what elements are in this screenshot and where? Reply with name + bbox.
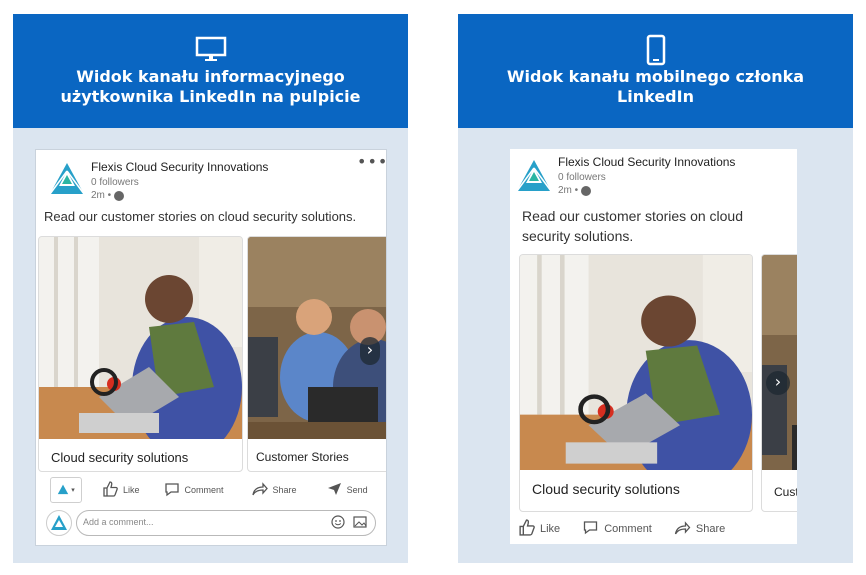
slide-caption: Cloud security solutions: [51, 450, 189, 465]
like-label: Like: [123, 485, 140, 495]
comment-label: Comment: [604, 523, 652, 535]
company-name[interactable]: Flexis Cloud Security Innovations: [91, 160, 268, 174]
banner-title: Widok kanału mobilnego członka LinkedIn: [506, 67, 805, 106]
share-arrow-icon: [674, 520, 691, 538]
slide-caption: Cust: [774, 485, 797, 499]
thumbs-up-icon: [102, 481, 118, 499]
post-time: 2m •: [558, 185, 592, 196]
like-button[interactable]: Like: [102, 481, 140, 499]
post-text: Read our customer stories on cloud secur…: [44, 209, 357, 224]
follower-count: 0 followers: [558, 172, 606, 183]
comment-icon: [582, 520, 599, 538]
share-arrow-icon: [251, 482, 268, 498]
company-name[interactable]: Flexis Cloud Security Innovations: [558, 155, 735, 169]
post-time-label: 2m •: [558, 185, 579, 196]
carousel-slide[interactable]: Cloud security solutions: [38, 236, 243, 472]
chevron-right-icon[interactable]: ›: [360, 337, 380, 365]
globe-icon: [581, 185, 592, 196]
comment-button[interactable]: Comment: [582, 520, 652, 538]
desktop-panel: Widok kanału informacyjnego użytkownika …: [13, 14, 408, 563]
globe-icon: [114, 190, 125, 201]
company-avatar-icon: [57, 484, 69, 497]
company-logo[interactable]: [48, 161, 86, 201]
desktop-banner: Widok kanału informacyjnego użytkownika …: [13, 14, 408, 128]
smartphone-icon: [646, 34, 666, 70]
mobile-banner: Widok kanału mobilnego członka LinkedIn: [458, 14, 853, 128]
social-actions: Like Comment Share: [518, 519, 725, 539]
image-icon[interactable]: [353, 516, 367, 530]
comment-placeholder: Add a comment...: [83, 517, 154, 527]
mobile-panel: Widok kanału mobilnego członka LinkedIn …: [458, 14, 853, 563]
comment-icon: [164, 482, 180, 499]
social-actions: ▾ Like Comment Share Send: [50, 477, 368, 503]
like-button[interactable]: Like: [518, 519, 560, 539]
reaction-picker[interactable]: ▾: [50, 477, 82, 503]
post-time-label: 2m •: [91, 190, 112, 201]
comment-label: Comment: [184, 485, 224, 495]
monitor-icon: [195, 36, 227, 66]
comment-button[interactable]: Comment: [164, 482, 224, 499]
emoji-icon[interactable]: [331, 515, 345, 531]
share-button[interactable]: Share: [674, 520, 726, 538]
send-button[interactable]: Send: [327, 482, 368, 498]
more-options-icon[interactable]: •••: [357, 152, 386, 171]
user-avatar[interactable]: [46, 510, 72, 540]
customer-photo-man-at-laptop: [520, 255, 752, 470]
send-label: Send: [346, 485, 368, 495]
carousel-slide[interactable]: Cloud security solutions: [519, 254, 753, 512]
thumbs-up-icon: [518, 519, 535, 539]
caret-down-icon: ▾: [71, 487, 75, 494]
like-label: Like: [540, 523, 561, 535]
mobile-post-card: Flexis Cloud Security Innovations 0 foll…: [510, 149, 797, 544]
post-time: 2m •: [91, 190, 125, 201]
chevron-right-icon[interactable]: ›: [766, 371, 790, 395]
post-text: Read our customer stories on cloud secur…: [522, 208, 743, 244]
share-button[interactable]: Share: [251, 482, 297, 498]
comment-input[interactable]: Add a comment...: [76, 510, 376, 536]
slide-caption: Cloud security solutions: [532, 481, 680, 497]
company-logo[interactable]: [515, 158, 553, 198]
share-label: Share: [272, 485, 297, 495]
banner-title: Widok kanału informacyjnego użytkownika …: [60, 67, 361, 106]
follower-count: 0 followers: [91, 177, 139, 188]
share-label: Share: [695, 523, 726, 535]
customer-photo-man-at-laptop: [39, 237, 242, 439]
desktop-post-card: Flexis Cloud Security Innovations 0 foll…: [35, 149, 387, 546]
customer-photo-engineers: [762, 255, 797, 470]
send-icon: [327, 482, 342, 498]
slide-caption: Customer Stories: [256, 450, 349, 464]
